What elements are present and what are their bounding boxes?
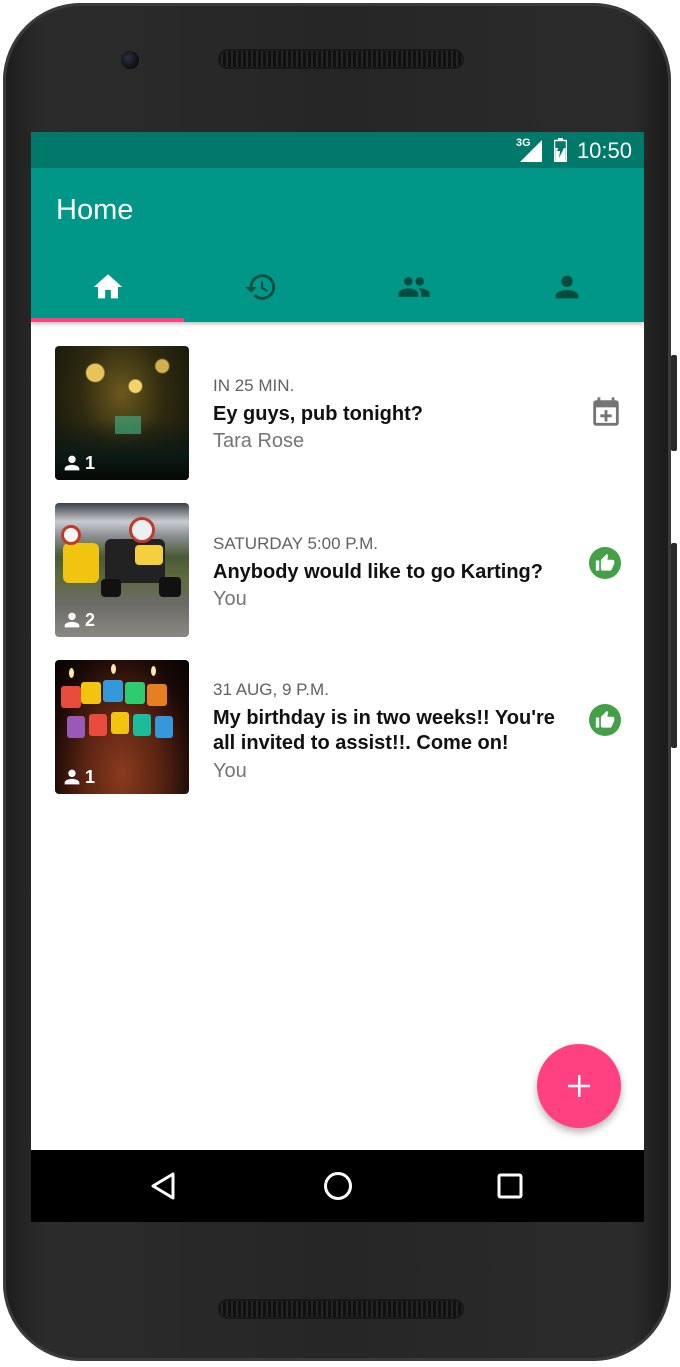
event-author: You [213,760,247,782]
person-icon [64,455,80,471]
attendee-count-value: 1 [85,766,96,787]
tab-home[interactable] [31,268,185,322]
tab-bar [31,268,644,322]
person-icon [64,612,80,628]
power-button [671,355,677,451]
attendee-count: 2 [61,609,95,631]
page-title: Home [56,194,134,226]
event-image-karting: 2 [55,503,189,637]
event-list: 1 IN 25 MIN. Ey guys, pub tonight? Tara … [31,322,644,836]
signal-icon [520,140,542,162]
add-event-button[interactable] [537,1044,621,1128]
attendee-count-value: 2 [85,609,96,630]
thumb-up-icon[interactable] [589,704,621,736]
screen: 3G 10:50 Home 1 IN 25 MIN. Ey guys, pub … [31,132,644,1222]
list-item[interactable]: 1 31 AUG, 9 P.M. My birthday is in two w… [31,636,644,836]
top-speaker [218,49,464,69]
plus-icon [568,1075,590,1097]
status-time: 10:50 [576,138,632,163]
front-camera [121,51,139,69]
event-image-pub: 1 [55,346,189,480]
event-author: You [213,588,247,610]
person-icon [556,275,579,299]
back-icon[interactable] [147,1168,183,1204]
volume-button [671,543,677,748]
home-icon [93,274,122,299]
event-title: Ey guys, pub tonight? [213,403,423,425]
person-icon [64,769,80,785]
list-item[interactable]: 2 SATURDAY 5:00 P.M. Anybody would like … [31,479,644,637]
app-bar: Home [31,168,644,322]
group-icon [398,277,430,297]
tab-profile[interactable] [491,268,644,322]
attendee-count: 1 [61,452,95,474]
list-item[interactable]: 1 IN 25 MIN. Ey guys, pub tonight? Tara … [31,322,644,480]
event-title: Anybody would like to go Karting? [213,561,543,583]
attendee-count-value: 1 [85,452,96,473]
tab-history[interactable] [184,268,337,322]
home-circle-icon[interactable] [320,1168,356,1204]
phone-frame: 3G 10:50 Home 1 IN 25 MIN. Ey guys, pub … [3,3,677,1361]
event-time: 31 AUG, 9 P.M. [213,680,329,699]
history-icon [245,274,276,300]
recents-icon[interactable] [492,1168,528,1204]
bottom-speaker [218,1299,464,1319]
status-bar: 3G 10:50 [31,132,644,168]
battery-icon [554,138,567,162]
thumb-up-icon[interactable] [589,547,621,579]
system-nav-bar [31,1150,644,1222]
event-title: My birthday is in two weeks!! You're all… [213,707,555,754]
tab-groups[interactable] [338,268,491,322]
event-image-birthday: 1 [55,660,189,794]
calendar-add-icon[interactable] [589,396,623,430]
event-time: SATURDAY 5:00 P.M. [213,534,379,553]
event-time: IN 25 MIN. [213,376,295,395]
attendee-count: 1 [61,766,95,788]
event-author: Tara Rose [213,430,305,452]
